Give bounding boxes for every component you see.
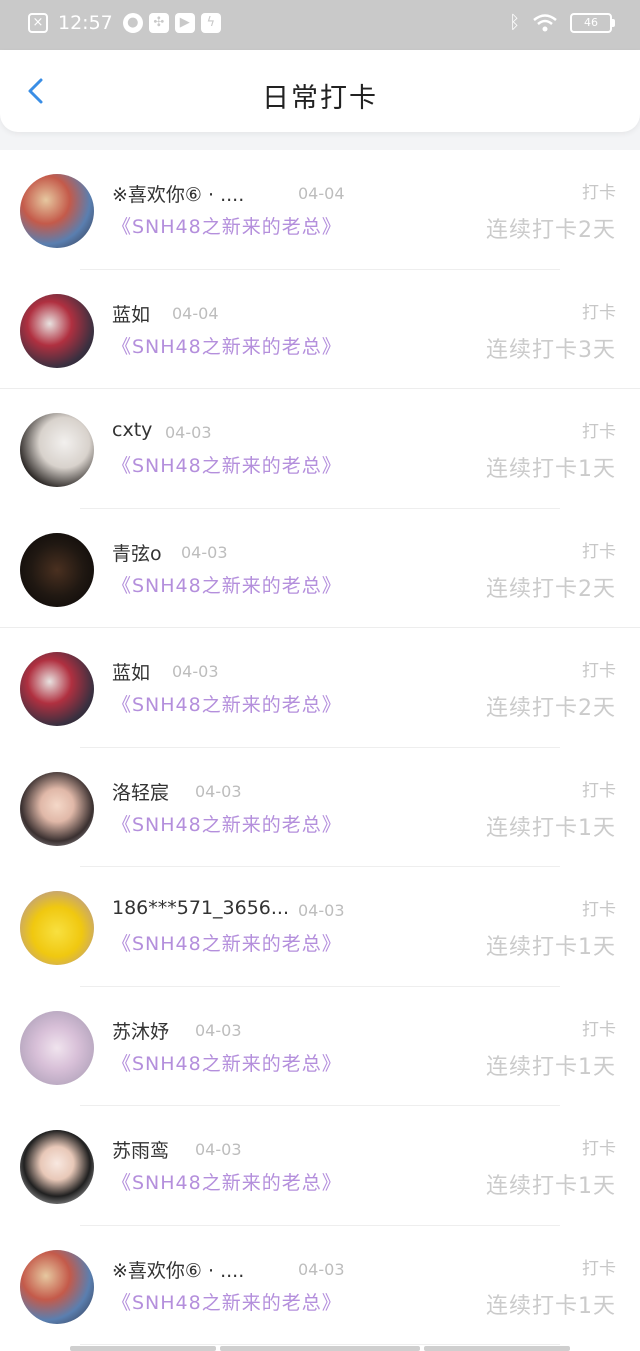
avatar[interactable] — [20, 1249, 94, 1324]
streak-count: 连续打卡1天 — [486, 935, 616, 960]
streak-count: 连续打卡2天 — [486, 696, 616, 721]
user-name[interactable]: cxty — [112, 419, 152, 441]
book-title[interactable]: 《SNH48之新来的老总》 — [112, 1168, 342, 1195]
checkin-date: 04-03 — [165, 423, 212, 442]
avatar[interactable] — [20, 293, 94, 368]
status-left: × 12:57 ● ✣ ▶ ϟ — [28, 12, 221, 34]
book-title[interactable]: 《SNH48之新来的老总》 — [112, 1049, 342, 1076]
book-title[interactable]: 《SNH48之新来的老总》 — [112, 212, 342, 239]
user-name[interactable]: ※喜欢你⑥ · .... — [112, 1256, 244, 1283]
user-name[interactable]: 青弦o — [112, 539, 162, 566]
avatar[interactable] — [20, 532, 94, 607]
checkin-label: 打卡 — [582, 302, 616, 323]
user-name[interactable]: 蓝如 — [112, 300, 150, 327]
avatar[interactable] — [20, 771, 94, 846]
status-time: 12:57 — [58, 12, 113, 34]
book-title[interactable]: 《SNH48之新来的老总》 — [112, 571, 342, 598]
list-item[interactable]: ※喜欢你⑥ · .... 04-04 《SNH48之新来的老总》 打卡连续打卡2天 — [0, 150, 640, 270]
streak-count: 连续打卡2天 — [486, 576, 616, 602]
checkin-label: 打卡 — [582, 780, 616, 801]
checkin-date: 04-03 — [195, 781, 242, 801]
fan-icon: ✣ — [148, 13, 169, 33]
avatar[interactable] — [20, 413, 94, 487]
checkin-date: 04-03 — [181, 542, 228, 562]
checkin-label: 打卡 — [582, 900, 616, 920]
checkin-list[interactable]: ※喜欢你⑥ · .... 04-04 《SNH48之新来的老总》 打卡 连续打卡2天 蓝如… — [0, 150, 640, 1346]
checkin-label: 打卡 — [582, 1019, 616, 1040]
play-icon: ▶ — [174, 13, 195, 33]
avatar[interactable] — [20, 1010, 94, 1085]
checkin-date: 04-03 — [298, 1259, 345, 1279]
page-title: 日常打卡 — [262, 83, 378, 114]
lightning-icon: ϟ — [200, 13, 221, 33]
list-item[interactable]: 蓝如 04-03 《SNH48之新来的老总》 打卡连续打卡2天 — [0, 628, 640, 748]
checkin-date: 04-03 — [195, 1020, 242, 1040]
book-title[interactable]: 《SNH48之新来的老总》 — [112, 810, 342, 837]
close-icon: × — [28, 13, 48, 33]
list-item[interactable]: 蓝如 04-04 《SNH48之新来的老总》 打卡连续打卡3天 — [0, 270, 640, 389]
checkin-date: 04-03 — [298, 901, 345, 920]
checkin-label: 打卡 — [582, 661, 616, 681]
book-title[interactable]: 《SNH48之新来的老总》 — [112, 332, 342, 359]
bluetooth-icon: ᛒ — [509, 12, 520, 33]
checkin-label: 打卡 — [582, 541, 616, 562]
list-item[interactable]: 苏沐妤 04-03 《SNH48之新来的老总》 打卡连续打卡1天 — [0, 987, 640, 1106]
checkin-label: 打卡 — [582, 422, 616, 442]
book-title[interactable]: 《SNH48之新来的老总》 — [112, 1288, 342, 1315]
streak-count: 连续打卡1天 — [486, 815, 616, 841]
streak-count: 连续打卡1天 — [486, 1293, 616, 1319]
streak-count: 连续打卡1天 — [486, 1174, 616, 1199]
checkin-date: 04-04 — [298, 184, 345, 203]
checkin-label: 打卡 — [582, 183, 616, 203]
checkin-label: 打卡 — [582, 1258, 616, 1279]
status-bar: × 12:57 ● ✣ ▶ ϟ ᛒ 46 — [0, 0, 640, 50]
list-item[interactable]: 青弦o 04-03 《SNH48之新来的老总》 打卡连续打卡2天 — [0, 509, 640, 628]
streak-count: 连续打卡3天 — [486, 337, 616, 363]
divider — [80, 1344, 560, 1345]
battery-icon: 46 — [570, 12, 615, 33]
list-item[interactable]: 苏雨鸾 04-03 《SNH48之新来的老总》 打卡连续打卡1天 — [0, 1106, 640, 1226]
user-name[interactable]: 苏沐妤 — [112, 1017, 169, 1044]
book-title[interactable]: 《SNH48之新来的老总》 — [112, 451, 342, 478]
user-name[interactable]: ※喜欢你⑥ · .... — [112, 180, 244, 207]
avatar[interactable] — [20, 891, 94, 965]
checkin-date: 04-04 — [172, 303, 219, 323]
list-item[interactable]: 186***571_3656... 04-03 《SNH48之新来的老总》 打卡连续打… — [0, 867, 640, 987]
checkin-date: 04-03 — [172, 662, 219, 681]
list-item[interactable]: 洛轻宸 04-03 《SNH48之新来的老总》 打卡连续打卡1天 — [0, 748, 640, 867]
avatar[interactable] — [20, 652, 94, 726]
user-name[interactable]: 洛轻宸 — [112, 778, 169, 805]
page-header: 日常打卡 — [0, 50, 640, 132]
list-item[interactable]: ※喜欢你⑥ · .... 04-03 《SNH48之新来的老总》 打卡连续打卡1天 — [0, 1226, 640, 1345]
list-item[interactable]: cxty 04-03 《SNH48之新来的老总》 打卡连续打卡1天 — [0, 389, 640, 509]
book-title[interactable]: 《SNH48之新来的老总》 — [112, 929, 342, 956]
wifi-icon — [532, 13, 558, 33]
checkin-date: 04-03 — [195, 1140, 242, 1159]
avatar[interactable] — [20, 174, 94, 248]
user-name[interactable]: 苏雨鸾 — [112, 1136, 169, 1163]
book-title[interactable]: 《SNH48之新来的老总》 — [112, 690, 342, 717]
scroll-indicator — [0, 1346, 640, 1351]
user-name[interactable]: 蓝如 — [112, 658, 150, 685]
streak-count: 连续打卡1天 — [486, 457, 616, 482]
streak-count: 连续打卡1天 — [486, 1054, 616, 1080]
streak-count: 连续打卡2天 — [486, 218, 616, 243]
avatar[interactable] — [20, 1130, 94, 1204]
status-right: ᛒ 46 — [509, 12, 615, 33]
cloud-icon: ● — [122, 13, 143, 33]
user-name[interactable]: 186***571_3656... — [112, 897, 289, 919]
checkin-label: 打卡 — [582, 1139, 616, 1159]
